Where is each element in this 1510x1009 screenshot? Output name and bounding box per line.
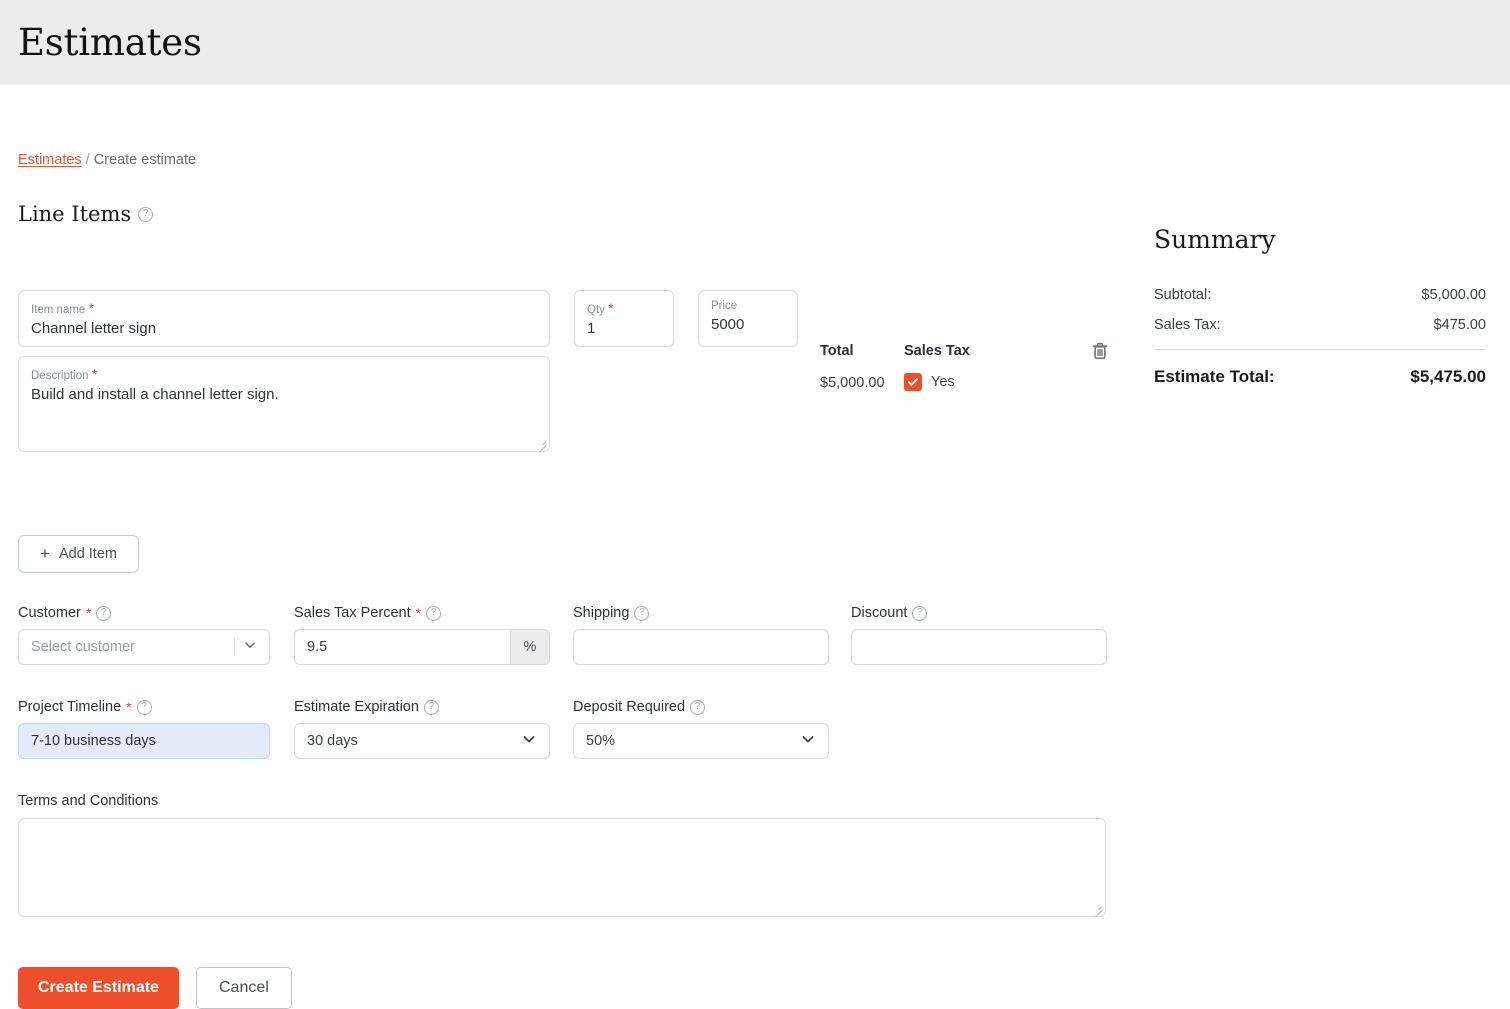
help-icon[interactable]: ? xyxy=(423,699,439,715)
sales-tax-percent-input[interactable]: 9.5 xyxy=(294,629,510,665)
summary-row-label: Sales Tax: xyxy=(1154,317,1221,333)
deposit-required-value: 50% xyxy=(586,733,616,749)
price-field[interactable]: Price 5000 xyxy=(698,290,798,347)
sales-tax-percent-label: Sales Tax Percent * ? xyxy=(294,605,550,621)
estimate-expiration-select[interactable]: 30 days xyxy=(294,723,550,759)
discount-field-block: Discount ? xyxy=(851,605,1107,665)
project-timeline-label: Project Timeline * ? xyxy=(18,699,270,715)
line-item-sales-tax: Yes xyxy=(904,373,955,391)
help-icon[interactable]: ? xyxy=(634,605,650,621)
deposit-required-field-block: Deposit Required ? 50% xyxy=(573,699,829,759)
estimate-expiration-label: Estimate Expiration ? xyxy=(294,699,550,715)
summary-divider xyxy=(1154,349,1486,350)
summary-total-label: Estimate Total: xyxy=(1154,367,1275,386)
customer-select-value: Select customer xyxy=(31,639,135,655)
chevron-down-icon xyxy=(243,638,257,656)
terms-field-block: Terms and Conditions xyxy=(18,793,1106,918)
description-value: Build and install a channel letter sign. xyxy=(31,386,279,404)
line-item-total-value: $5,000.00 xyxy=(820,375,885,391)
price-label: Price xyxy=(711,300,738,312)
description-field[interactable]: Description * Build and install a channe… xyxy=(18,356,550,453)
required-asterisk: * xyxy=(608,300,614,316)
plus-icon: + xyxy=(40,543,50,563)
total-column-header: Total xyxy=(820,343,854,359)
customer-field-block: Customer * ? Select customer xyxy=(18,605,270,665)
help-icon[interactable]: ? xyxy=(426,605,442,621)
description-label: Description * xyxy=(31,366,98,382)
customer-select[interactable]: Select customer xyxy=(18,629,270,665)
resize-handle-icon[interactable] xyxy=(536,438,547,453)
qty-field[interactable]: Qty * 1 xyxy=(574,290,674,347)
summary-title: Summary xyxy=(1154,225,1276,254)
sales-tax-percent-field-block: Sales Tax Percent * ? 9.5 % xyxy=(294,605,550,665)
summary-row-value: $5,000.00 xyxy=(1421,287,1486,303)
delete-line-item-button[interactable] xyxy=(1089,340,1111,362)
project-timeline-input[interactable]: 7-10 business days xyxy=(18,723,270,759)
summary-row-value: $475.00 xyxy=(1433,317,1486,333)
qty-label: Qty * xyxy=(587,300,614,316)
required-asterisk: * xyxy=(91,366,98,382)
estimate-expiration-value: 30 days xyxy=(307,733,358,749)
shipping-field-block: Shipping ? xyxy=(573,605,829,665)
resize-handle-icon[interactable] xyxy=(1092,903,1103,918)
required-asterisk: * xyxy=(415,605,422,621)
summary-row-subtotal: Subtotal: $5,000.00 xyxy=(1154,287,1486,303)
item-name-value: Channel letter sign xyxy=(31,320,157,338)
qty-value: 1 xyxy=(587,320,596,338)
discount-label: Discount ? xyxy=(851,605,1107,621)
chevron-down-icon xyxy=(521,731,537,751)
required-asterisk: * xyxy=(88,300,94,316)
page-title: Estimates xyxy=(18,21,202,64)
estimate-expiration-field-block: Estimate Expiration ? 30 days xyxy=(294,699,550,759)
line-items-title-text: Line Items xyxy=(18,202,132,226)
breadcrumb-link-estimates[interactable]: Estimates xyxy=(18,152,82,168)
chevron-down-icon xyxy=(800,731,816,751)
add-item-label: Add Item xyxy=(58,546,117,562)
shipping-label: Shipping ? xyxy=(573,605,829,621)
help-icon[interactable]: ? xyxy=(912,605,928,621)
breadcrumb-separator: / xyxy=(85,152,90,168)
add-item-button[interactable]: + Add Item xyxy=(18,535,139,573)
sales-tax-percent-input-group: 9.5 % xyxy=(294,629,550,665)
shipping-input[interactable] xyxy=(573,629,829,665)
page-header: Estimates xyxy=(0,0,1510,85)
help-icon[interactable]: ? xyxy=(96,605,112,621)
create-estimate-button[interactable]: Create Estimate xyxy=(18,967,179,1009)
help-icon[interactable]: ? xyxy=(690,699,706,715)
summary-total-value: $5,475.00 xyxy=(1410,367,1486,386)
customer-label: Customer * ? xyxy=(18,605,270,621)
select-divider xyxy=(234,638,235,656)
terms-label: Terms and Conditions xyxy=(18,793,159,809)
summary-row-label: Subtotal: xyxy=(1154,287,1212,303)
project-timeline-field-block: Project Timeline * ? 7-10 business days xyxy=(18,699,270,759)
discount-input[interactable] xyxy=(851,629,1107,665)
item-name-label: Item name * xyxy=(31,300,94,316)
sales-tax-checkbox[interactable] xyxy=(904,373,922,391)
price-value: 5000 xyxy=(711,316,745,334)
line-items-title: Line Items ? xyxy=(18,202,154,226)
deposit-required-select[interactable]: 50% xyxy=(573,723,829,759)
help-icon[interactable]: ? xyxy=(136,699,152,715)
summary-row-sales-tax: Sales Tax: $475.00 xyxy=(1154,317,1486,333)
help-icon[interactable]: ? xyxy=(138,206,154,222)
summary-total-row: Estimate Total: $5,475.00 xyxy=(1154,367,1486,387)
item-name-field[interactable]: Item name * Channel letter sign xyxy=(18,290,550,347)
summary-panel: Summary Subtotal: $5,000.00 Sales Tax: $… xyxy=(1154,225,1486,387)
sales-tax-column-header: Sales Tax xyxy=(904,343,970,359)
breadcrumb-current: Create estimate xyxy=(93,152,197,168)
breadcrumb: Estimates / Create estimate xyxy=(18,152,196,168)
sales-tax-value-label: Yes xyxy=(931,374,955,390)
trash-icon xyxy=(1092,342,1108,360)
required-asterisk: * xyxy=(85,605,92,621)
required-asterisk: * xyxy=(126,699,132,715)
deposit-required-label: Deposit Required ? xyxy=(573,699,829,715)
percent-suffix: % xyxy=(510,629,550,665)
terms-textarea[interactable] xyxy=(18,818,1106,918)
cancel-button[interactable]: Cancel xyxy=(196,967,292,1009)
